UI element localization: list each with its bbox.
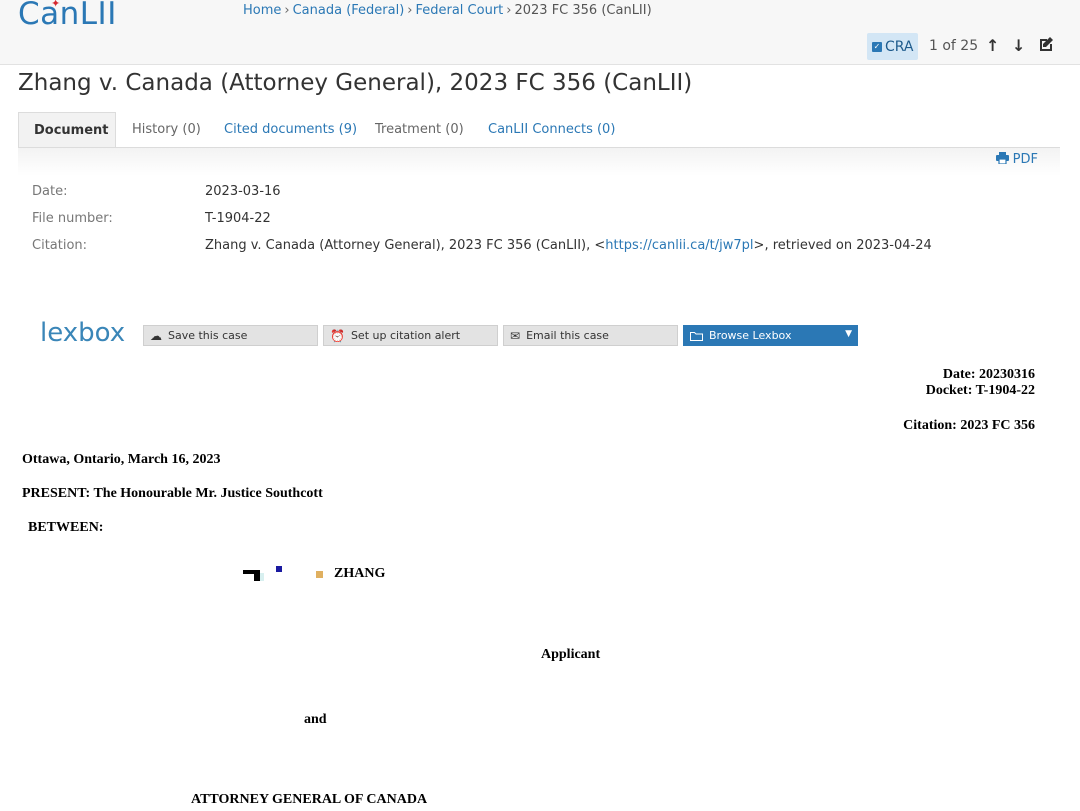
doc-date: Date: 20230316 (942, 367, 1035, 382)
save-case-button[interactable]: ☁ Save this case (143, 325, 318, 346)
save-case-label: Save this case (168, 329, 248, 342)
breadcrumb-separator: › (506, 3, 512, 18)
doc-applicant-name: ZHANG (334, 566, 386, 581)
citation-prefix: Zhang v. Canada (Attorney General), 2023… (205, 238, 606, 253)
browse-lexbox-label: Browse Lexbox (709, 329, 792, 342)
search-term-toggle[interactable]: ✓ CRA (867, 33, 918, 60)
breadcrumb-separator: › (284, 3, 290, 18)
doc-applicant-role: Applicant (541, 647, 601, 662)
doc-and: and (304, 712, 327, 727)
citation-value: Zhang v. Canada (Attorney General), 2023… (205, 238, 932, 253)
doc-present: PRESENT: The Honourable Mr. Justice Sout… (22, 486, 323, 501)
document-toolbar: PDF (18, 148, 1060, 176)
tab-bar: Document History (0) Cited documents (9)… (18, 112, 1060, 148)
breadcrumb-jurisdiction[interactable]: Canada (Federal) (293, 3, 405, 18)
arrow-up-icon[interactable]: ↑ (986, 36, 999, 55)
tab-document[interactable]: Document (18, 112, 116, 147)
citation-link[interactable]: https://canlii.ca/t/jw7pl (605, 238, 753, 253)
doc-docket: Docket: T-1904-22 (925, 383, 1035, 398)
redaction-mark (316, 571, 323, 578)
hit-counter: 1 of 25 (929, 38, 979, 54)
doc-between: BETWEEN: (28, 520, 104, 535)
redaction-mark (276, 566, 282, 572)
top-bar: CanLII ✦ Home › Canada (Federal) › Federal C… (0, 0, 1080, 65)
checkbox-icon: ✓ (872, 41, 882, 52)
redaction-graphic (243, 570, 264, 581)
doc-citation: Citation: 2023 FC 356 (903, 418, 1035, 433)
redaction-mark (243, 566, 264, 581)
browse-lexbox-dropdown[interactable]: Browse Lexbox ▼ (683, 325, 858, 346)
tab-canlii-connects[interactable]: CanLII Connects (0) (488, 112, 615, 147)
file-number-value: T-1904-22 (205, 211, 271, 226)
tab-history[interactable]: History (0) (132, 112, 201, 147)
date-value: 2023-03-16 (205, 184, 281, 199)
citation-alert-button[interactable]: ⏰ Set up citation alert (323, 325, 498, 346)
email-case-button[interactable]: ✉ Email this case (503, 325, 678, 346)
breadcrumb-current: 2023 FC 356 (CanLII) (514, 3, 652, 18)
lexbox-logo[interactable]: lexbox (40, 318, 125, 348)
caret-down-icon: ▼ (845, 329, 852, 339)
pdf-link[interactable]: PDF (995, 152, 1038, 167)
date-label: Date: (32, 184, 68, 199)
tab-cited-documents[interactable]: Cited documents (9) (224, 112, 357, 147)
doc-place-date: Ottawa, Ontario, March 16, 2023 (22, 452, 221, 467)
pdf-label: PDF (1012, 152, 1038, 167)
breadcrumb: Home › Canada (Federal) › Federal Court › 2023… (243, 3, 652, 18)
file-number-label: File number: (32, 211, 113, 226)
canlii-logo[interactable]: CanLII ✦ (18, 0, 117, 32)
maple-leaf-icon: ✦ (51, 0, 61, 10)
citation-suffix: >, retrieved on 2023-04-24 (753, 238, 932, 253)
citation-label: Citation: (32, 238, 88, 253)
cloud-upload-icon: ☁ (150, 328, 162, 343)
breadcrumb-home[interactable]: Home (243, 3, 281, 18)
doc-respondent-name: ATTORNEY GENERAL OF CANADA (191, 792, 428, 807)
alarm-clock-icon: ⏰ (330, 328, 345, 343)
arrow-down-icon[interactable]: ↓ (1012, 36, 1025, 55)
edit-icon[interactable] (1038, 36, 1054, 56)
page-title: Zhang v. Canada (Attorney General), 2023… (18, 70, 693, 96)
email-case-label: Email this case (526, 329, 609, 342)
logo-text: CanLII (18, 0, 117, 32)
search-term-label: CRA (885, 38, 914, 55)
edit-icon-graphic (1040, 37, 1053, 51)
printer-icon (995, 152, 1009, 165)
breadcrumb-separator: › (407, 3, 413, 18)
citation-alert-label: Set up citation alert (350, 329, 461, 342)
envelope-icon: ✉ (510, 328, 521, 343)
breadcrumb-court[interactable]: Federal Court (415, 3, 503, 18)
tab-treatment[interactable]: Treatment (0) (375, 112, 464, 147)
folder-icon (690, 331, 703, 341)
